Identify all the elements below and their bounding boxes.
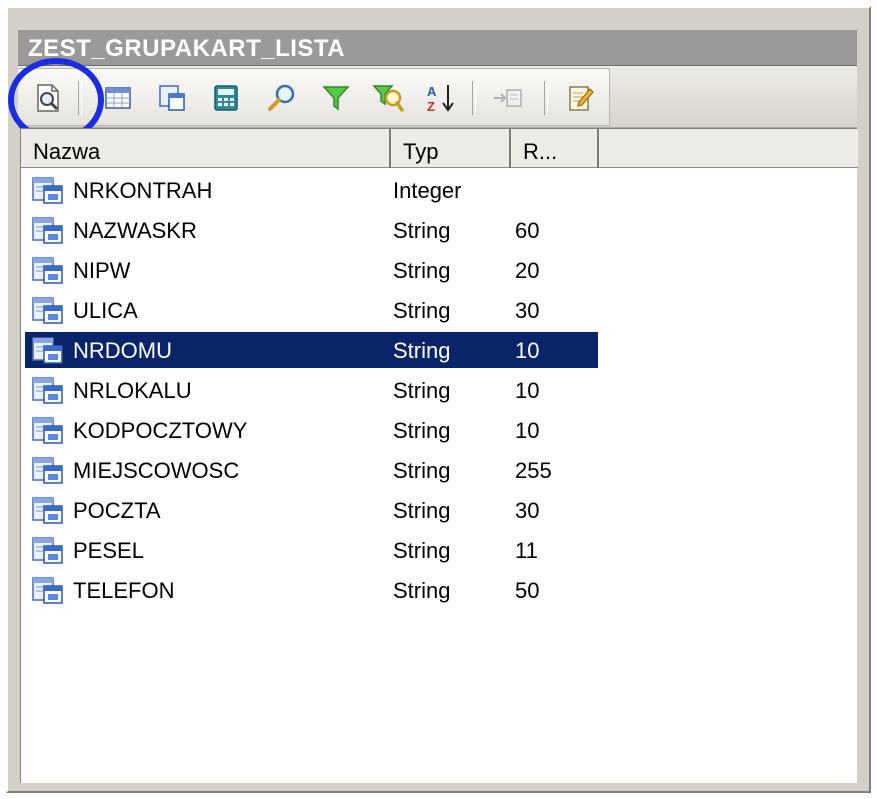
- field-icon: [31, 295, 65, 331]
- field-length: 11: [515, 538, 538, 563]
- table-row[interactable]: TELEFON String 50: [25, 572, 598, 608]
- field-name: NRLOKALU: [73, 378, 192, 403]
- toolbar-separator: [544, 81, 548, 115]
- panel-title-bar: ZEST_GRUPAKART_LISTA: [18, 30, 857, 66]
- panel-title: ZEST_GRUPAKART_LISTA: [28, 35, 346, 62]
- fields-list[interactable]: Nazwa Typ R... NRKONTRAH Integer NAZWASKR S…: [20, 128, 858, 783]
- toolbar-separator: [472, 81, 476, 115]
- field-icon: [31, 575, 65, 611]
- field-type: String: [393, 298, 451, 323]
- field-type: String: [393, 258, 451, 283]
- field-name: ULICA: [73, 298, 138, 323]
- field-length: 255: [515, 458, 552, 483]
- field-length: 10: [515, 418, 540, 443]
- edit-note-button[interactable]: [560, 79, 600, 117]
- field-icon: [31, 455, 65, 491]
- field-name: POCZTA: [73, 498, 161, 523]
- table-row[interactable]: NRLOKALU String 10: [25, 372, 598, 408]
- svg-text:A: A: [427, 84, 437, 99]
- field-name: TELEFON: [73, 578, 175, 603]
- field-length: 20: [515, 258, 540, 283]
- field-type: String: [393, 458, 451, 483]
- grid-button[interactable]: [98, 79, 138, 117]
- filter-icon: [322, 86, 350, 111]
- table-row[interactable]: PESEL String 11: [25, 532, 598, 568]
- toolbar: A Z: [18, 68, 610, 126]
- field-type: String: [393, 378, 451, 403]
- field-icon: [31, 215, 65, 251]
- field-icon: [31, 415, 65, 451]
- search-button[interactable]: [262, 79, 302, 117]
- field-name: KODPOCZTOWY: [73, 418, 248, 443]
- table-row[interactable]: ULICA String 30: [25, 292, 598, 328]
- column-header-length[interactable]: R...: [511, 129, 599, 168]
- grid-icon: [105, 87, 131, 109]
- search-icon: [268, 84, 295, 111]
- field-icon: [31, 335, 65, 371]
- field-icon: [31, 375, 65, 411]
- field-name: NRKONTRAH: [73, 178, 213, 203]
- field-icon: [31, 255, 65, 291]
- table-row[interactable]: NRDOMU String 10: [25, 332, 598, 368]
- table-row[interactable]: NAZWASKR String 60: [25, 212, 598, 248]
- column-header-type[interactable]: Typ: [391, 129, 511, 168]
- insert-field-icon: [494, 89, 522, 107]
- filter-button[interactable]: [316, 79, 356, 117]
- edit-note-icon: [569, 86, 594, 111]
- field-name: NAZWASKR: [73, 218, 197, 243]
- field-name: MIEJSCOWOSC: [73, 458, 240, 483]
- svg-text:Z: Z: [427, 99, 435, 114]
- filter-search-button[interactable]: [368, 79, 408, 117]
- field-type: String: [393, 538, 451, 563]
- column-header-name[interactable]: Nazwa: [21, 129, 391, 168]
- calculator-icon: [214, 85, 238, 111]
- field-name: NIPW: [73, 258, 131, 283]
- insert-field-button[interactable]: [488, 79, 528, 117]
- field-length: 50: [515, 578, 540, 603]
- field-name: NRDOMU: [73, 338, 172, 363]
- field-type: Integer: [393, 178, 462, 203]
- field-length: 30: [515, 298, 540, 323]
- filter-search-icon: [372, 85, 404, 112]
- field-icon: [31, 495, 65, 531]
- field-name: PESEL: [73, 538, 144, 563]
- field-length: 10: [515, 338, 540, 363]
- field-type: String: [393, 338, 451, 363]
- table-row[interactable]: NRKONTRAH Integer: [25, 172, 598, 208]
- sort-az-button[interactable]: A Z: [420, 79, 460, 117]
- table-row[interactable]: KODPOCZTOWY String 10: [25, 412, 598, 448]
- field-length: 10: [515, 378, 540, 403]
- field-icon: [31, 175, 65, 211]
- field-length: 60: [515, 218, 540, 243]
- column-header-filler: [599, 129, 858, 168]
- field-icon: [31, 535, 65, 571]
- field-length: 30: [515, 498, 540, 523]
- field-type: String: [393, 578, 451, 603]
- field-type: String: [393, 498, 451, 523]
- table-row[interactable]: POCZTA String 30: [25, 492, 598, 528]
- calculator-button[interactable]: [206, 79, 246, 117]
- field-type: String: [393, 218, 451, 243]
- field-type: String: [393, 418, 451, 443]
- table-row[interactable]: MIEJSCOWOSC String 255: [25, 452, 598, 488]
- field-list-button[interactable]: [152, 79, 192, 117]
- table-row[interactable]: NIPW String 20: [25, 252, 598, 288]
- sort-az-icon: A Z: [427, 84, 454, 114]
- field-list-icon: [159, 85, 185, 111]
